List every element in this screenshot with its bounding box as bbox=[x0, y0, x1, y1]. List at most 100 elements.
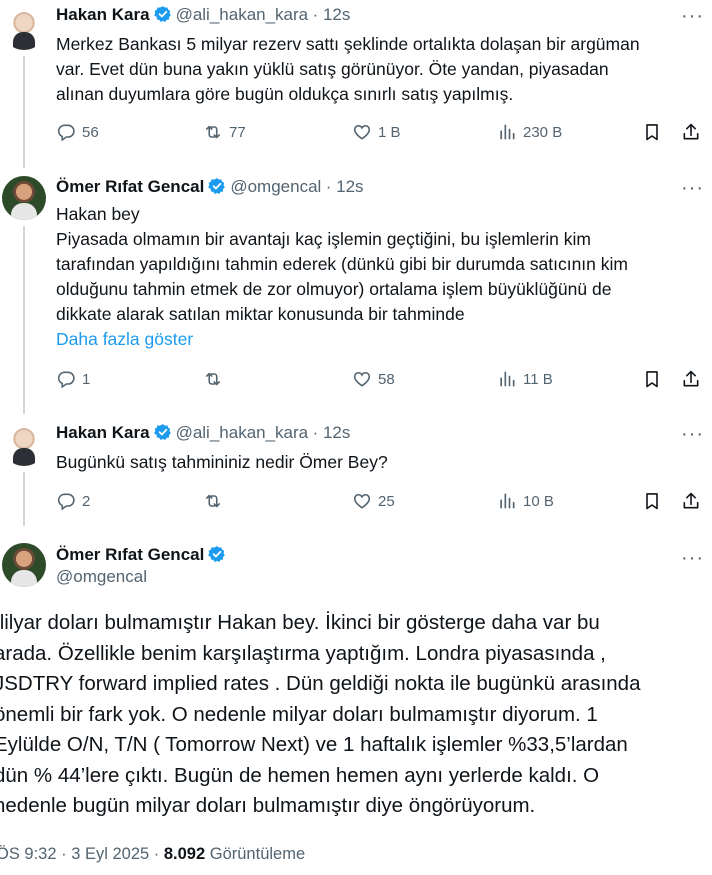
views-button[interactable]: 230 B bbox=[497, 122, 562, 142]
like-icon bbox=[352, 369, 372, 389]
tweet-line: Hakan bey bbox=[56, 204, 140, 224]
like-button[interactable]: 25 bbox=[352, 491, 395, 511]
bookmark-button[interactable] bbox=[642, 491, 662, 516]
tweet-line: var. Evet dün buna yakın yüklü satış gör… bbox=[56, 59, 609, 79]
repost-button[interactable]: 77 bbox=[203, 122, 246, 142]
views-icon bbox=[497, 491, 517, 511]
verified-badge-icon bbox=[208, 545, 226, 563]
show-more-link[interactable]: Daha fazla göster bbox=[56, 327, 628, 352]
thread-line bbox=[23, 472, 25, 526]
more-icon[interactable]: ··· bbox=[681, 548, 704, 568]
tweet-line: nedenle bugün milyar doları bulmamıştır … bbox=[0, 794, 536, 817]
views-count: 11 B bbox=[523, 370, 553, 388]
author-name[interactable]: Hakan Kara bbox=[56, 423, 150, 442]
tweet-line: Merkez Bankası 5 milyar rezerv sattı şek… bbox=[56, 34, 640, 54]
tweet-line: alınan duyumlara göre bugün oldukça sını… bbox=[56, 84, 514, 104]
avatar[interactable] bbox=[2, 422, 46, 466]
bookmark-icon bbox=[642, 122, 662, 142]
view-count: 8.092 bbox=[163, 845, 206, 863]
tweet-header: Hakan Kara @ali_hakan_kara · 12s bbox=[56, 422, 350, 444]
tweet-text: Bugünkü satış tahmininiz nedir Ömer Bey? bbox=[56, 450, 388, 475]
reply-button[interactable]: 56 bbox=[56, 122, 99, 142]
main-tweet-header: Ömer Rıfat Gencal @omgencal bbox=[56, 544, 230, 588]
reply-button[interactable]: 1 bbox=[56, 369, 90, 389]
repost-icon bbox=[203, 122, 223, 142]
repost-button[interactable] bbox=[203, 491, 229, 511]
reply-icon bbox=[56, 369, 76, 389]
author-name[interactable]: Hakan Kara bbox=[56, 5, 150, 24]
repost-icon bbox=[203, 491, 223, 511]
tweet-header: Ömer Rıfat Gencal @omgencal · 12s bbox=[56, 176, 364, 198]
main-tweet-text: /lilyar doları bulmamıştır Hakan bey. İk… bbox=[0, 608, 712, 822]
reply-button[interactable]: 2 bbox=[56, 491, 90, 511]
reply-count: 56 bbox=[82, 123, 99, 141]
tweet-text: Merkez Bankası 5 milyar rezerv sattı şek… bbox=[56, 32, 640, 107]
tweet-line: tarafından yapıldığını tahmin ederek (dü… bbox=[56, 254, 628, 274]
like-button[interactable]: 58 bbox=[352, 369, 395, 389]
repost-icon bbox=[203, 369, 223, 389]
tweet-line: Bugünkü satış tahmininiz nedir Ömer Bey? bbox=[56, 452, 388, 472]
views-button[interactable]: 11 B bbox=[497, 369, 553, 389]
like-button[interactable]: 1 B bbox=[352, 122, 401, 142]
avatar[interactable] bbox=[2, 176, 46, 220]
views-icon bbox=[497, 122, 517, 142]
author-handle[interactable]: @ali_hakan_kara bbox=[176, 5, 309, 24]
tweet-line: /lilyar doları bulmamıştır Hakan bey. İk… bbox=[0, 611, 600, 634]
tweet-line: önemli bir fark yok. O nedenle milyar do… bbox=[0, 702, 598, 726]
share-button[interactable] bbox=[681, 122, 701, 147]
share-button[interactable] bbox=[681, 491, 701, 516]
thread-line bbox=[23, 56, 25, 168]
share-icon bbox=[681, 491, 701, 511]
author-name[interactable]: Ömer Rıfat Gencal bbox=[56, 545, 204, 564]
reply-icon bbox=[56, 122, 76, 142]
views-icon bbox=[497, 369, 517, 389]
more-icon[interactable]: ··· bbox=[681, 178, 704, 198]
like-count: 58 bbox=[378, 370, 395, 388]
tweet-time[interactable]: · 12s bbox=[313, 423, 351, 442]
tweet-time[interactable]: · 12s bbox=[326, 177, 364, 196]
reply-count: 2 bbox=[82, 492, 91, 510]
avatar[interactable] bbox=[2, 6, 46, 50]
tweet-line: dikkate alarak satılan miktar konusunda … bbox=[56, 304, 465, 324]
reply-count: 1 bbox=[82, 370, 91, 388]
share-icon bbox=[681, 369, 701, 389]
views-count: 230 B bbox=[523, 123, 563, 141]
author-handle[interactable]: @omgencal bbox=[230, 177, 321, 196]
more-icon[interactable]: ··· bbox=[681, 424, 704, 444]
tweet-line: Piyasada olmamın bir avantajı kaç işlemi… bbox=[56, 229, 591, 249]
tweet-line: JSDTRY forward implied rates . Dün geldi… bbox=[0, 672, 641, 695]
view-label: Görüntüleme bbox=[209, 845, 306, 863]
tweet-line: olduğunu tahmin etmek de zor olmuyor) or… bbox=[56, 279, 612, 299]
author-name[interactable]: Ömer Rıfat Gencal bbox=[56, 177, 204, 196]
bookmark-icon bbox=[642, 491, 662, 511]
share-button[interactable] bbox=[681, 369, 701, 394]
tweet-header: Hakan Kara @ali_hakan_kara · 12s bbox=[56, 4, 350, 26]
bookmark-button[interactable] bbox=[642, 122, 662, 147]
tweet-meta-footer: ÖS 9:32 · 3 Eyl 2025 · 8.092 Görüntüleme bbox=[0, 843, 305, 865]
repost-button[interactable] bbox=[203, 369, 229, 389]
like-count: 1 B bbox=[378, 123, 401, 141]
verified-badge-icon bbox=[154, 423, 172, 441]
author-handle[interactable]: @omgencal bbox=[56, 566, 230, 588]
tweet-line: Eylülde O/N, T/N ( Tomorrow Next) ve 1 h… bbox=[0, 733, 628, 756]
share-icon bbox=[681, 122, 701, 142]
author-handle[interactable]: @ali_hakan_kara bbox=[176, 423, 309, 442]
tweet-text: Hakan bey Piyasada olmamın bir avantajı … bbox=[56, 202, 628, 352]
avatar[interactable] bbox=[2, 543, 46, 587]
like-icon bbox=[352, 491, 372, 511]
tweet-line: arada. Özellikle benim karşılaştırma yap… bbox=[0, 641, 606, 665]
views-button[interactable]: 10 B bbox=[497, 491, 554, 511]
verified-badge-icon bbox=[208, 177, 226, 195]
like-icon bbox=[352, 122, 372, 142]
tweet-timestamp[interactable]: ÖS 9:32 · 3 Eyl 2025 · bbox=[0, 845, 159, 863]
more-icon[interactable]: ··· bbox=[681, 6, 704, 26]
thread-line bbox=[23, 226, 25, 414]
like-count: 25 bbox=[378, 492, 395, 510]
tweet-line: dün % 44’lere çıktı. Bugün de hemen heme… bbox=[0, 763, 600, 787]
verified-badge-icon bbox=[154, 5, 172, 23]
bookmark-icon bbox=[642, 369, 662, 389]
tweet-time[interactable]: · 12s bbox=[313, 5, 351, 24]
bookmark-button[interactable] bbox=[642, 369, 662, 394]
reply-icon bbox=[56, 491, 76, 511]
repost-count: 77 bbox=[229, 123, 246, 141]
